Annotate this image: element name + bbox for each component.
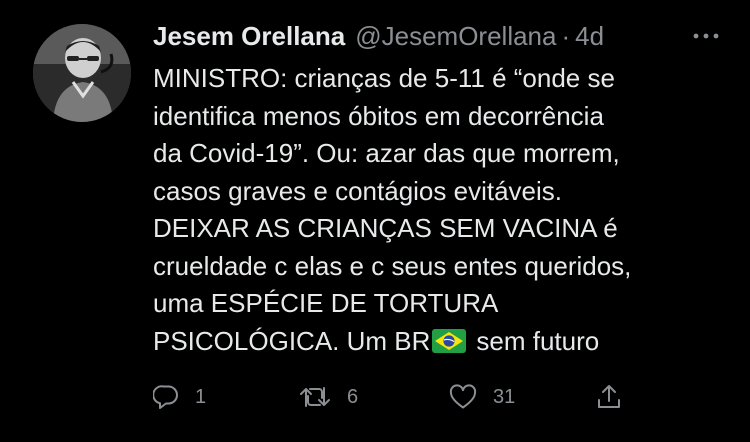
brazil-flag-icon	[432, 326, 467, 353]
tweet-text-line: uma ESPÉCIE DE TORTURA	[153, 288, 499, 318]
reply-button[interactable]: 1	[153, 381, 206, 413]
retweet-button[interactable]: 6	[299, 381, 358, 413]
tweet-header: Jesem Orellana @JesemOrellana · 4d	[153, 20, 604, 52]
more-options-button[interactable]	[692, 26, 720, 46]
avatar[interactable]	[33, 24, 131, 122]
reply-count: 1	[195, 385, 207, 408]
tweet-text-line: MINISTRO: crianças de 5-11 é “onde se	[153, 63, 615, 93]
tweet-text-last-line: PSICOLÓGICA. Um BR sem futuro	[153, 323, 723, 361]
tweet-text-line: crueldade c elas e c seus entes queridos…	[153, 250, 632, 281]
tweet-text: MINISTRO: crianças de 5-11 é “onde se id…	[153, 60, 723, 360]
share-button[interactable]	[595, 381, 623, 413]
share-icon	[598, 385, 620, 408]
separator-dot: ·	[561, 20, 571, 51]
tweet-text-segment: sem futuro	[476, 325, 600, 356]
tweet-text-segment: PSICOLÓGICA. Um BR	[153, 325, 431, 356]
retweet-icon	[300, 387, 330, 407]
like-button[interactable]: 31	[449, 381, 515, 413]
reply-icon	[153, 385, 178, 409]
action-bar: 1 6 31	[153, 381, 633, 413]
like-count: 31	[493, 385, 516, 408]
author-handle[interactable]: @JesemOrellana	[355, 21, 556, 52]
avatar-photo	[33, 24, 131, 122]
tweet-text-line: da Covid-19”. Ou: azar das que morrem,	[153, 138, 620, 168]
heart-icon	[449, 384, 477, 409]
tweet-text-line: casos graves e contágios evitáveis.	[153, 175, 562, 206]
more-dots-icon	[693, 33, 719, 39]
author-name[interactable]: Jesem Orellana	[153, 21, 345, 52]
tweet-text-line: identifica menos óbitos em decorrência	[153, 100, 604, 131]
retweet-count: 6	[347, 385, 359, 408]
tweet-text-line: DEIXAR AS CRIANÇAS SEM VACINA é	[153, 213, 618, 243]
tweet[interactable]: Jesem Orellana @JesemOrellana · 4d MINIS…	[0, 0, 750, 442]
timestamp[interactable]: 4d	[575, 21, 604, 52]
